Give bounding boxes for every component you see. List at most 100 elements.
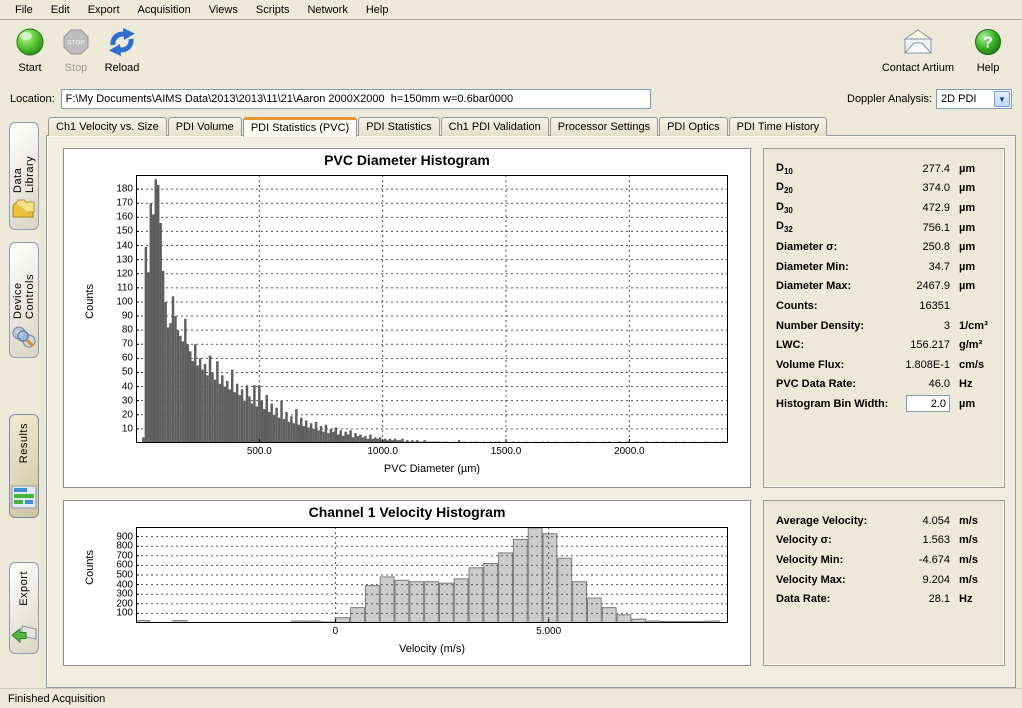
velocity-stat-value: 1.563 — [888, 534, 950, 546]
y-tick-label: 90 — [122, 311, 136, 322]
pvc-stat-value: 34.7 — [888, 261, 950, 273]
y-tick-label: 140 — [116, 240, 136, 251]
bar-chart-icon — [11, 479, 37, 512]
export-box-icon — [11, 617, 37, 648]
velocity-stat-unit: m/s — [950, 554, 994, 566]
pvc-stat-unit: µm — [950, 222, 994, 234]
help-icon: ? — [973, 24, 1003, 60]
help-button[interactable]: ? Help — [968, 24, 1008, 74]
menu-item-edit[interactable]: Edit — [42, 2, 79, 18]
tab-processor-settings[interactable]: Processor Settings — [550, 117, 658, 136]
y-tick-label: 150 — [116, 226, 136, 237]
menu-item-acquisition[interactable]: Acquisition — [129, 2, 200, 18]
pvc-stat-row-diameter: Diameter σ:250.8µm — [776, 237, 994, 257]
start-button[interactable]: Start — [10, 24, 50, 74]
y-tick-label: 160 — [116, 212, 136, 223]
pvc-stat-label: D20 — [776, 181, 888, 195]
pvc-stat-value: 16351 — [888, 300, 950, 312]
y-tick-label: 200 — [116, 598, 136, 609]
pvc-stat-value: 472.9 — [888, 202, 950, 214]
location-label: Location: — [10, 93, 55, 105]
tab-ch1-velocity-vs-size[interactable]: Ch1 Velocity vs. Size — [48, 117, 167, 136]
pvc-stat-value: 46.0 — [888, 378, 950, 390]
chevron-down-icon[interactable]: ▼ — [994, 91, 1010, 107]
location-row: Location: Doppler Analysis: 2D PDI ▼ — [0, 85, 1022, 113]
velocity-stat-unit: m/s — [950, 574, 994, 586]
velocity-stat-unit: m/s — [950, 534, 994, 546]
velocity-stat-value: -4.674 — [888, 554, 950, 566]
menu-item-scripts[interactable]: Scripts — [247, 2, 299, 18]
y-tick-label: 400 — [116, 579, 136, 590]
reload-button[interactable]: Reload — [102, 24, 142, 74]
sidebar-item-data-library[interactable]: Data Library — [9, 122, 39, 230]
x-axis-label: PVC Diameter (µm) — [136, 463, 728, 475]
start-label: Start — [18, 62, 41, 74]
doppler-analysis-select[interactable]: 2D PDI ▼ — [936, 89, 1012, 109]
y-tick-label: 30 — [122, 395, 136, 406]
location-input[interactable] — [61, 89, 651, 109]
doppler-analysis-value: 2D PDI — [941, 93, 994, 105]
gears-magnifier-icon — [11, 319, 37, 352]
tab-pdi-optics[interactable]: PDI Optics — [659, 117, 728, 136]
reload-label: Reload — [105, 62, 140, 74]
tab-ch1-pdi-validation[interactable]: Ch1 PDI Validation — [441, 117, 549, 136]
menu-item-help[interactable]: Help — [357, 2, 398, 18]
menu-item-file[interactable]: File — [6, 2, 42, 18]
y-axis-label: Counts — [84, 284, 96, 319]
envelope-icon — [900, 24, 936, 60]
pvc-stat-value: 3 — [888, 320, 950, 332]
sidebar-item-results[interactable]: Results — [9, 414, 39, 518]
x-tick-label: 5.000 — [536, 623, 561, 637]
status-bar: Finished Acquisition — [0, 688, 1022, 708]
y-tick-label: 50 — [122, 367, 136, 378]
pvc-stat-label: Counts: — [776, 300, 888, 312]
main-area: Data Library Device Controls Results Export… — [0, 114, 1022, 688]
plot-area[interactable]: 1020304050607080901001101201301401501601… — [136, 175, 728, 443]
menu-item-export[interactable]: Export — [79, 2, 129, 18]
x-tick-label: 1000.0 — [367, 443, 398, 457]
velocity-stat-row-average-velocity: Average Velocity:4.054m/s — [776, 511, 994, 531]
y-tick-label: 700 — [116, 550, 136, 561]
start-icon — [15, 24, 45, 60]
stop-icon: STOP — [61, 24, 91, 60]
y-tick-label: 80 — [122, 325, 136, 336]
pvc-stat-unit: µm — [950, 163, 994, 175]
pvc-stat-unit: Hz — [950, 378, 994, 390]
contact-artium-button[interactable]: Contact Artium — [882, 24, 954, 74]
tab-strip: Ch1 Velocity vs. SizePDI VolumePDI Stati… — [46, 114, 1016, 136]
reload-icon — [107, 24, 137, 60]
tab-pdi-volume[interactable]: PDI Volume — [168, 117, 242, 136]
x-tick-label: 0 — [333, 623, 339, 637]
pvc-stat-row-counts: Counts:16351 — [776, 296, 994, 316]
stop-label: Stop — [65, 62, 88, 74]
pvc-stat-label: Diameter σ: — [776, 241, 888, 253]
pvc-stat-value: 374.0 — [888, 182, 950, 194]
tab-pdi-statistics-pvc[interactable]: PDI Statistics (PVC) — [243, 117, 357, 137]
y-tick-label: 20 — [122, 409, 136, 420]
tab-pdi-statistics[interactable]: PDI Statistics — [358, 117, 439, 136]
pvc-stat-value: 156.217 — [888, 339, 950, 351]
menu-item-views[interactable]: Views — [200, 2, 247, 18]
pvc-stat-unit: g/m³ — [950, 339, 994, 351]
pvc-stat-row-volume-flux: Volume Flux:1.808E-1cm/s — [776, 355, 994, 375]
pvc-diameter-histogram-panel: PVC Diameter Histogram102030405060708090… — [63, 148, 751, 488]
velocity-stat-label: Velocity σ: — [776, 534, 888, 546]
velocity-histogram-panel: Channel 1 Velocity Histogram100200300400… — [63, 500, 751, 666]
menu-item-network[interactable]: Network — [298, 2, 356, 18]
sidebar-item-export[interactable]: Export — [9, 562, 39, 654]
pvc-stat-label: D32 — [776, 220, 888, 234]
histogram-bin-width-input[interactable] — [906, 395, 950, 412]
sidebar-item-device-controls[interactable]: Device Controls — [9, 242, 39, 358]
pvc-stat-label: PVC Data Rate: — [776, 378, 888, 390]
histogram-bin-width-row: Histogram Bin Width:µm — [776, 394, 994, 414]
velocity-statistics-panel: Average Velocity:4.054m/s Velocity σ:1.56… — [763, 500, 1005, 666]
tab-pdi-time-history[interactable]: PDI Time History — [729, 117, 828, 136]
doppler-analysis-label: Doppler Analysis: — [847, 93, 932, 105]
y-axis-label: Counts — [84, 550, 96, 585]
y-tick-label: 170 — [116, 198, 136, 209]
y-tick-label: 300 — [116, 589, 136, 600]
plot-area[interactable]: 10020030040050060070080090005.000 — [136, 527, 728, 623]
sidebar-item-label: Results — [18, 423, 30, 463]
pvc-stat-label: Volume Flux: — [776, 359, 888, 371]
folders-icon — [11, 193, 37, 224]
